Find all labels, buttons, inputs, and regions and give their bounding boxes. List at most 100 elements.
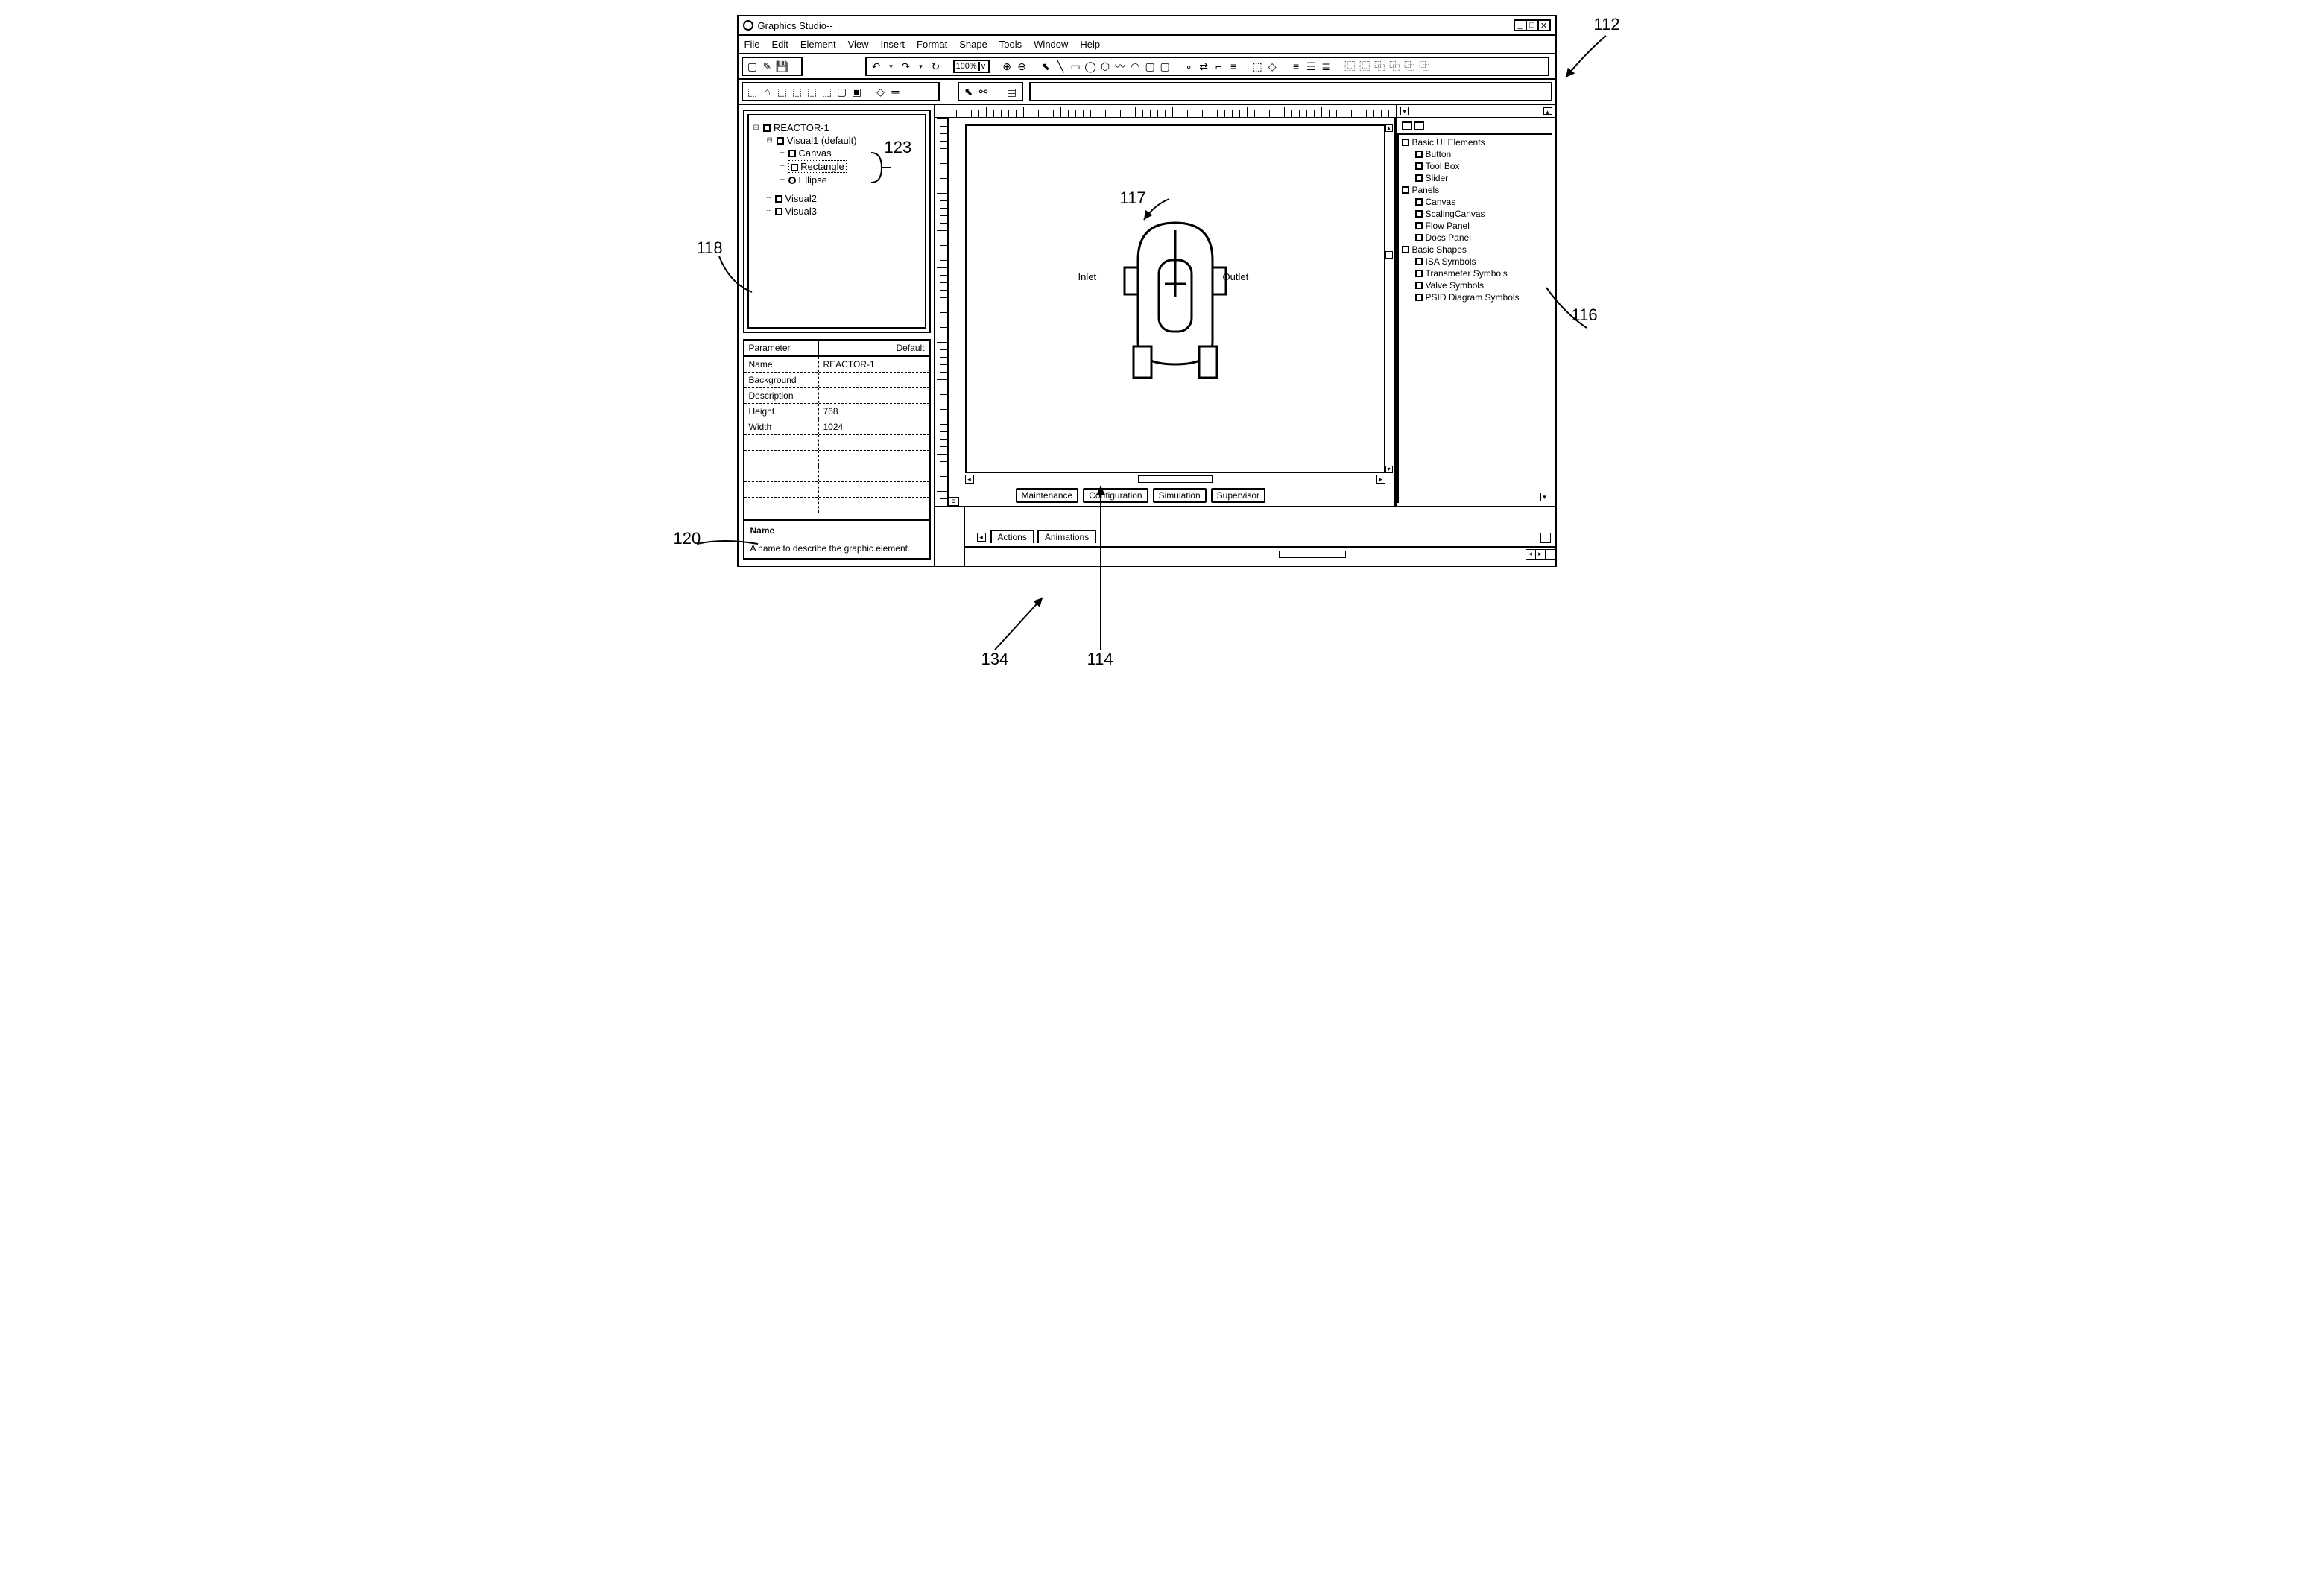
tab-actions[interactable]: Actions (990, 530, 1034, 543)
arrange3-icon[interactable]: ⿻ (1373, 59, 1386, 74)
align1-icon[interactable]: ≡ (1289, 60, 1303, 72)
new-icon[interactable]: ▢ (746, 60, 759, 73)
line-icon[interactable]: ╲ (1054, 60, 1067, 73)
menu-file[interactable]: File (744, 39, 760, 50)
prop-row-background[interactable]: Background (744, 373, 929, 388)
menu-element[interactable]: Element (800, 39, 836, 50)
shape-b-icon[interactable]: ⌂ (761, 86, 774, 98)
tree-ellipse[interactable]: ┈ Ellipse (780, 174, 920, 186)
palette-scroll-up-icon[interactable]: ▴ (1543, 107, 1552, 115)
arrange6-icon[interactable]: ⿻ (1417, 59, 1431, 74)
shape-j-icon[interactable]: ═ (889, 86, 902, 98)
palette-group-panels[interactable]: Panels (1402, 184, 1549, 196)
vscroll-down-icon[interactable]: ▾ (1385, 466, 1393, 473)
group1-icon[interactable]: ⬚ (1251, 60, 1264, 73)
connector2-icon[interactable]: ⌐ (1212, 60, 1225, 72)
arrange4-icon[interactable]: ⿻ (1388, 59, 1401, 74)
palette-tree[interactable]: Basic UI Elements Button Tool Box Slider… (1397, 133, 1552, 503)
palette-item-toolbox[interactable]: Tool Box (1415, 160, 1549, 172)
redo-drop-icon[interactable]: ▾ (914, 63, 928, 71)
hscroll-left-icon[interactable]: ◂ (965, 475, 974, 484)
zoom-combo[interactable]: 100%v (953, 60, 990, 73)
menu-view[interactable]: View (848, 39, 869, 50)
palette-item-valve[interactable]: Valve Symbols (1415, 279, 1549, 291)
palette-item-slider[interactable]: Slider (1415, 172, 1549, 184)
palette-item-isa[interactable]: ISA Symbols (1415, 256, 1549, 267)
palette-group-basic-ui[interactable]: Basic UI Elements (1402, 136, 1549, 148)
shape-a-icon[interactable]: ⬚ (746, 86, 759, 98)
palette-item-flowpanel[interactable]: Flow Panel (1415, 220, 1549, 232)
reactor-graphic[interactable] (1093, 215, 1257, 396)
align2-icon[interactable]: ☰ (1304, 60, 1318, 73)
menu-window[interactable]: Window (1034, 39, 1068, 50)
palette-view1-icon[interactable] (1402, 121, 1412, 130)
prop-row-width[interactable]: Width1024 (744, 419, 929, 435)
hscroll-thumb[interactable] (1138, 475, 1213, 483)
undo-icon[interactable]: ↶ (870, 60, 883, 73)
vscroll-up-icon[interactable]: ▴ (1385, 124, 1393, 132)
canvas-vscroll[interactable]: ▴ ▾ (1385, 124, 1393, 473)
tree-visual3[interactable]: ┈ Visual3 (767, 205, 920, 218)
bottom-tab-prev-icon[interactable]: ◂ (977, 533, 986, 542)
undo-drop-icon[interactable]: ▾ (885, 63, 898, 71)
palette-item-transmeter[interactable]: Transmeter Symbols (1415, 267, 1549, 279)
palette-item-psid[interactable]: PSID Diagram Symbols (1415, 291, 1549, 303)
arrange2-icon[interactable]: ⿺ (1358, 59, 1371, 74)
tab-maintenance[interactable]: Maintenance (1016, 488, 1079, 503)
redo-icon[interactable]: ↷ (900, 60, 913, 73)
table-icon[interactable]: ▤ (1005, 86, 1019, 98)
status-prev-icon[interactable]: ◂ (1526, 549, 1536, 560)
menu-shape[interactable]: Shape (959, 39, 987, 50)
menu-insert[interactable]: Insert (881, 39, 905, 50)
tab-configuration[interactable]: Configuration (1083, 488, 1148, 503)
connector3-icon[interactable]: ≡ (1227, 60, 1240, 72)
pointer-icon[interactable]: ⬉ (1039, 60, 1052, 73)
rect-icon[interactable]: ▭ (1069, 60, 1082, 73)
status-scroll-thumb[interactable] (1279, 551, 1346, 558)
palette-item-docspanel[interactable]: Docs Panel (1415, 232, 1549, 244)
menu-help[interactable]: Help (1080, 39, 1100, 50)
palette-item-button[interactable]: Button (1415, 148, 1549, 160)
curve-icon[interactable]: 〰 (1113, 59, 1127, 74)
zoom-out-icon[interactable]: ⊖ (1015, 60, 1028, 73)
arc-icon[interactable]: ◠ (1128, 60, 1142, 73)
menu-edit[interactable]: Edit (771, 39, 788, 50)
prop-row-height[interactable]: Height768 (744, 404, 929, 419)
design-canvas[interactable]: Inlet Outlet 117 (965, 124, 1385, 473)
shape-f-icon[interactable]: ⬚ (821, 86, 834, 98)
prop-row-name[interactable]: NameREACTOR-1 (744, 357, 929, 373)
dot-icon[interactable]: ∘ (1182, 60, 1195, 73)
palette-item-canvas[interactable]: Canvas (1415, 196, 1549, 208)
connector1-icon[interactable]: ⇄ (1197, 60, 1210, 73)
menu-tools[interactable]: Tools (999, 39, 1022, 50)
bottom-panel-resize-icon[interactable] (1540, 533, 1551, 543)
status-next-icon[interactable]: ▸ (1535, 549, 1546, 560)
palette-dropdown-icon[interactable]: ▾ (1400, 107, 1409, 115)
square-icon[interactable]: ▢ (1143, 60, 1157, 73)
save-icon[interactable]: 💾 (776, 60, 789, 73)
status-end-icon[interactable] (1545, 549, 1555, 560)
shape-i-icon[interactable]: ◇ (874, 86, 888, 98)
pointer2-icon[interactable]: ⬉ (962, 86, 976, 98)
palette-group-shapes[interactable]: Basic Shapes (1402, 244, 1549, 256)
tab-simulation[interactable]: Simulation (1153, 488, 1207, 503)
tree-root[interactable]: ⊟ REACTOR-1 (753, 121, 920, 134)
shape-h-icon[interactable]: ▣ (850, 86, 864, 98)
tab-supervisor[interactable]: Supervisor (1211, 488, 1265, 503)
zoom-in-icon[interactable]: ⊕ (1000, 60, 1014, 73)
prop-row-description[interactable]: Description (744, 388, 929, 404)
palette-view2-icon[interactable] (1414, 121, 1424, 130)
shape-g-icon[interactable]: ▢ (835, 86, 849, 98)
shape-e-icon[interactable]: ⬚ (806, 86, 819, 98)
refresh-icon[interactable]: ↻ (929, 60, 943, 73)
arrange1-icon[interactable]: ⿺ (1343, 59, 1356, 74)
square2-icon[interactable]: ▢ (1158, 60, 1172, 73)
palette-scroll-down-icon[interactable]: ▾ (1540, 493, 1549, 501)
vscroll-thumb[interactable] (1385, 251, 1393, 259)
circle-icon[interactable]: ◯ (1084, 60, 1097, 73)
arrange5-icon[interactable]: ⿻ (1403, 59, 1416, 74)
shape-d-icon[interactable]: ⬚ (791, 86, 804, 98)
hex-icon[interactable]: ⬡ (1098, 60, 1112, 73)
align3-icon[interactable]: ≣ (1319, 60, 1332, 73)
open-icon[interactable]: ✎ (761, 60, 774, 73)
